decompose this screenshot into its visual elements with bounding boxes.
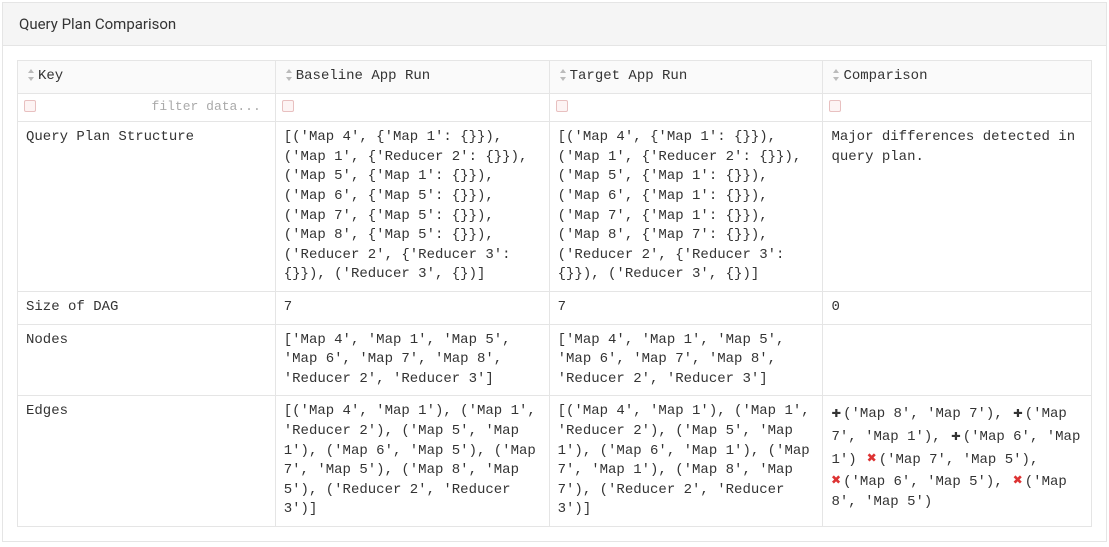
diff-add: ('Map 8', 'Map 7'), bbox=[843, 406, 1011, 422]
cross-icon: ✖ bbox=[867, 450, 877, 468]
table-row: Edges [('Map 4', 'Map 1'), ('Map 1', 'Re… bbox=[18, 396, 1092, 527]
filter-input-key[interactable] bbox=[36, 99, 261, 114]
filter-cell-baseline bbox=[275, 93, 549, 122]
filter-toggle-icon[interactable] bbox=[829, 100, 841, 112]
plus-icon: ✚ bbox=[951, 427, 961, 445]
cell-comparison-diff: ✚('Map 8', 'Map 7'), ✚('Map 7', 'Map 1')… bbox=[823, 396, 1092, 527]
cell-comparison bbox=[823, 324, 1092, 396]
filter-cell-key bbox=[18, 93, 276, 122]
cell-key: Nodes bbox=[18, 324, 276, 396]
cell-baseline: [('Map 4', 'Map 1'), ('Map 1', 'Reducer … bbox=[275, 396, 549, 527]
panel-title: Query Plan Comparison bbox=[3, 3, 1106, 46]
cross-icon: ✖ bbox=[831, 472, 841, 490]
plus-icon: ✚ bbox=[1013, 404, 1023, 422]
filter-row bbox=[18, 93, 1092, 122]
col-label: Comparison bbox=[843, 68, 927, 84]
col-header-target[interactable]: Target App Run bbox=[549, 61, 823, 94]
cell-target: ['Map 4', 'Map 1', 'Map 5', 'Map 6', 'Ma… bbox=[549, 324, 823, 396]
cell-target: [('Map 4', {'Map 1': {}}), ('Map 1', {'R… bbox=[549, 122, 823, 292]
cell-comparison: 0 bbox=[823, 291, 1092, 324]
sort-icon[interactable] bbox=[26, 69, 36, 81]
col-label: Baseline App Run bbox=[296, 68, 430, 84]
diff-remove: ('Map 6', 'Map 5'), bbox=[843, 474, 1011, 490]
table-row: Nodes ['Map 4', 'Map 1', 'Map 5', 'Map 6… bbox=[18, 324, 1092, 396]
sort-icon[interactable] bbox=[558, 69, 568, 81]
col-header-comparison[interactable]: Comparison bbox=[823, 61, 1092, 94]
table-row: Size of DAG 7 7 0 bbox=[18, 291, 1092, 324]
sort-icon[interactable] bbox=[284, 69, 294, 81]
filter-cell-comparison bbox=[823, 93, 1092, 122]
filter-toggle-icon[interactable] bbox=[556, 100, 568, 112]
cross-icon: ✖ bbox=[1013, 472, 1023, 490]
cell-target: [('Map 4', 'Map 1'), ('Map 1', 'Reducer … bbox=[549, 396, 823, 527]
cell-target: 7 bbox=[549, 291, 823, 324]
cell-key: Edges bbox=[18, 396, 276, 527]
cell-baseline: [('Map 4', {'Map 1': {}}), ('Map 1', {'R… bbox=[275, 122, 549, 292]
plus-icon: ✚ bbox=[831, 404, 841, 422]
table-row: Query Plan Structure [('Map 4', {'Map 1'… bbox=[18, 122, 1092, 292]
cell-key: Query Plan Structure bbox=[18, 122, 276, 292]
filter-cell-target bbox=[549, 93, 823, 122]
sort-icon[interactable] bbox=[831, 69, 841, 81]
cell-key: Size of DAG bbox=[18, 291, 276, 324]
query-plan-panel: Query Plan Comparison Key Baseline App R… bbox=[2, 2, 1107, 542]
col-label: Key bbox=[38, 68, 63, 84]
col-header-baseline[interactable]: Baseline App Run bbox=[275, 61, 549, 94]
cell-baseline: 7 bbox=[275, 291, 549, 324]
comparison-table: Key Baseline App Run Target App Run Comp… bbox=[17, 60, 1092, 527]
col-header-key[interactable]: Key bbox=[18, 61, 276, 94]
filter-toggle-icon[interactable] bbox=[282, 100, 294, 112]
header-row: Key Baseline App Run Target App Run Comp… bbox=[18, 61, 1092, 94]
col-label: Target App Run bbox=[570, 68, 688, 84]
panel-body: Key Baseline App Run Target App Run Comp… bbox=[3, 46, 1106, 541]
cell-comparison: Major differences detected in query plan… bbox=[823, 122, 1092, 292]
cell-baseline: ['Map 4', 'Map 1', 'Map 5', 'Map 6', 'Ma… bbox=[275, 324, 549, 396]
filter-toggle-icon[interactable] bbox=[24, 100, 36, 112]
diff-remove: ('Map 7', 'Map 5'), bbox=[879, 452, 1039, 468]
